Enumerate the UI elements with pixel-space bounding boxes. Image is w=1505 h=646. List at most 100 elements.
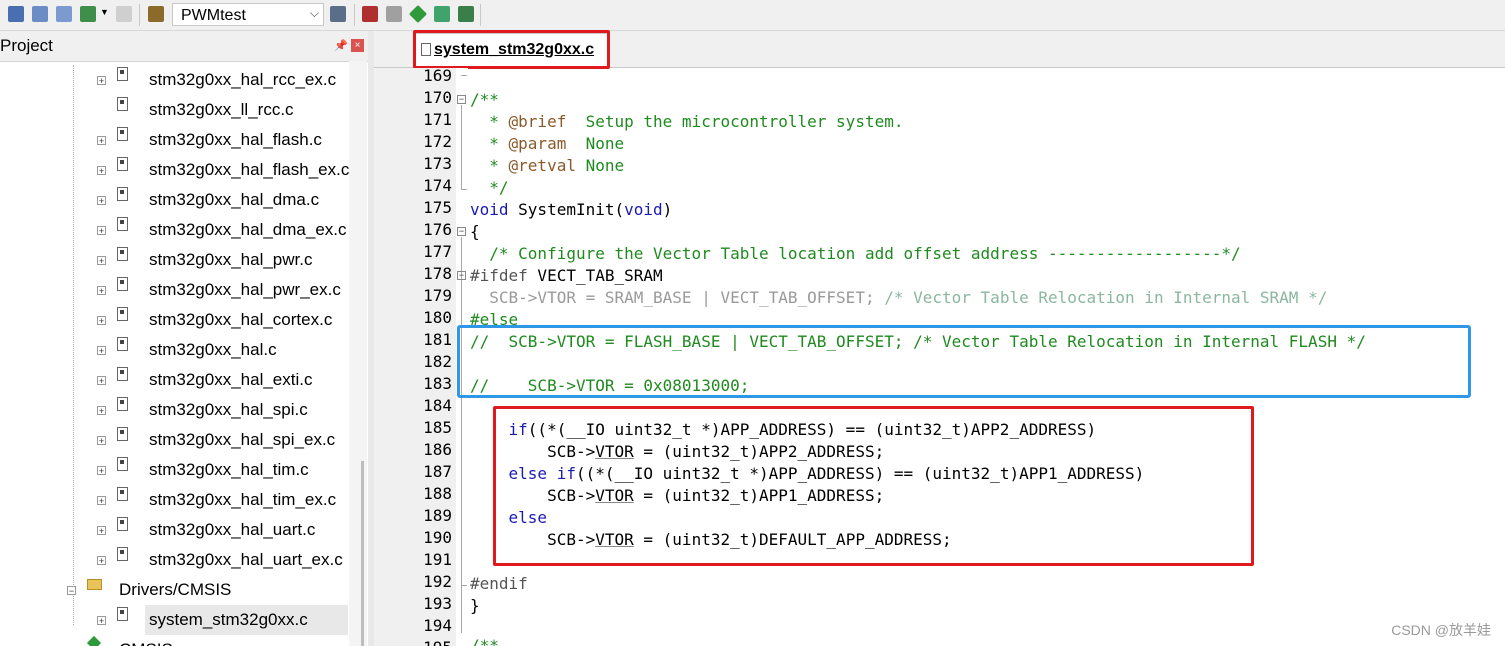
expand-toggle-icon[interactable]: + <box>97 76 106 86</box>
pack-icon[interactable] <box>434 6 450 22</box>
expand-toggle-icon[interactable]: + <box>97 616 106 626</box>
toolbar-separator <box>480 4 481 26</box>
fold-toggle[interactable]: − <box>457 227 466 236</box>
fold-line <box>461 105 462 189</box>
expand-toggle-icon[interactable]: + <box>97 526 106 536</box>
expand-toggle-icon[interactable]: + <box>97 496 106 506</box>
expand-toggle-icon[interactable]: + <box>97 556 106 566</box>
tree-group-label: Drivers/CMSIS <box>119 580 232 599</box>
line-number: 183 <box>423 374 452 393</box>
line-number: 191 <box>423 550 452 569</box>
tree-item-label: stm32g0xx_hal.c <box>149 340 277 359</box>
line-number: 194 <box>423 616 452 635</box>
expand-toggle-icon[interactable]: + <box>97 346 106 356</box>
tree-item-file[interactable]: + stm32g0xx_hal_flash.c <box>0 125 348 155</box>
expand-toggle-icon[interactable]: + <box>97 376 106 386</box>
file-icon <box>117 127 128 141</box>
code-line-193: } <box>470 596 480 615</box>
load-icon[interactable] <box>148 6 164 22</box>
scrollbar[interactable] <box>349 61 367 646</box>
stack-icon[interactable] <box>80 6 96 22</box>
fold-line <box>461 237 462 633</box>
file-icon <box>117 307 128 321</box>
tree-item-file[interactable]: + stm32g0xx_hal_cortex.c <box>0 305 348 335</box>
line-number: 179 <box>423 286 452 305</box>
toolbar-separator <box>139 4 140 26</box>
tree-item-file[interactable]: + stm32g0xx_hal_flash_ex.c <box>0 155 350 185</box>
code-line-172: * @param None <box>470 134 625 153</box>
install-icon[interactable] <box>458 6 474 22</box>
tree-item-file[interactable]: + stm32g0xx_hal_tim_ex.c <box>0 485 348 515</box>
close-icon[interactable]: × <box>351 39 364 52</box>
expand-toggle-icon[interactable]: + <box>97 166 106 176</box>
expand-toggle-icon[interactable]: + <box>97 196 106 206</box>
run-icon[interactable] <box>408 4 428 24</box>
added-code-highlight-box <box>493 406 1254 566</box>
tree-item-selected-file[interactable]: + system_stm32g0xx.c <box>0 605 348 635</box>
commented-code-highlight-box <box>457 325 1471 398</box>
line-number: 189 <box>423 506 452 525</box>
tree-item-file[interactable]: + stm32g0xx_hal_spi.c <box>0 395 348 425</box>
expand-toggle-icon[interactable]: + <box>97 256 106 266</box>
tree-group-cmsis[interactable]: CMSIS <box>0 635 348 646</box>
line-number: 174 <box>423 176 452 195</box>
line-number: 193 <box>423 594 452 613</box>
toolbar: ▼ PWMtest ⌵ <box>0 0 1505 31</box>
tree-item-file[interactable]: + stm32g0xx_hal_uart_ex.c <box>0 545 348 575</box>
rebuild-icon[interactable] <box>32 6 48 22</box>
toolbar-separator <box>354 4 355 26</box>
components-icon[interactable] <box>386 6 402 22</box>
tree-item-file[interactable]: + stm32g0xx_hal_rcc_ex.c <box>0 65 348 95</box>
options-icon[interactable] <box>330 6 346 22</box>
dropdown-arrow-icon[interactable]: ▼ <box>100 7 109 17</box>
tree-item-file[interactable]: + stm32g0xx_hal_pwr_ex.c <box>0 275 348 305</box>
build-icon[interactable] <box>8 6 24 22</box>
tree-item-file[interactable]: + stm32g0xx_hal_uart.c <box>0 515 348 545</box>
file-icon <box>117 217 128 231</box>
batch-build-icon[interactable] <box>56 6 72 22</box>
tree-group-label: CMSIS <box>119 640 173 646</box>
tree-item-file[interactable]: + stm32g0xx_hal_exti.c <box>0 365 348 395</box>
fold-toggle[interactable]: − <box>457 271 466 280</box>
scrollbar-thumb[interactable] <box>361 461 364 646</box>
line-number: 177 <box>423 242 452 261</box>
collapse-toggle-icon[interactable]: − <box>67 586 76 596</box>
pin-icon[interactable]: 📌 <box>334 39 348 52</box>
tree-item-label: stm32g0xx_hal_exti.c <box>149 370 313 389</box>
manage-icon[interactable] <box>362 6 378 22</box>
tree-item-file[interactable]: + stm32g0xx_hal_pwr.c <box>0 245 348 275</box>
line-number: 185 <box>423 418 452 437</box>
tree-group-drivers-cmsis[interactable]: − Drivers/CMSIS <box>0 575 348 605</box>
fold-toggle[interactable]: − <box>457 95 466 104</box>
project-tree: +stm32g0xx_hal_rcc_ex.c+stm32g0xx_ll_rcc… <box>0 65 350 646</box>
tree-item-file[interactable]: + stm32g0xx_hal_dma_ex.c <box>0 215 348 245</box>
tree-item-label: stm32g0xx_hal_pwr.c <box>149 250 313 269</box>
expand-toggle-icon[interactable]: + <box>97 226 106 236</box>
expand-toggle-icon[interactable]: + <box>97 466 106 476</box>
tree-item-file[interactable]: + stm32g0xx_hal_dma.c <box>0 185 348 215</box>
line-numbers: 169 170 171 172 173 174 175 176 177 178 179 180 181 1… <box>374 68 456 646</box>
tree-item-label: stm32g0xx_ll_rcc.c <box>149 100 294 119</box>
expand-toggle-icon[interactable]: + <box>97 136 106 146</box>
translate-icon[interactable] <box>116 6 132 22</box>
file-icon <box>117 427 128 441</box>
fold-end-marker <box>461 189 467 190</box>
expand-toggle-icon[interactable]: + <box>97 406 106 416</box>
code-line-179: SCB->VTOR = SRAM_BASE | VECT_TAB_OFFSET;… <box>470 288 1328 307</box>
tree-item-file[interactable]: + stm32g0xx_hal_spi_ex.c <box>0 425 348 455</box>
expand-toggle-icon[interactable]: + <box>97 286 106 296</box>
tree-item-label: stm32g0xx_hal_flash_ex.c <box>149 160 350 179</box>
line-number: 188 <box>423 484 452 503</box>
expand-toggle-icon[interactable]: + <box>97 436 106 446</box>
fold-end-marker <box>461 585 467 586</box>
tree-item-label: system_stm32g0xx.c <box>149 610 308 629</box>
line-number: 172 <box>423 132 452 151</box>
line-number: 171 <box>423 110 452 129</box>
watermark: CSDN @放羊娃 <box>1391 622 1491 638</box>
tree-item-file[interactable]: + stm32g0xx_hal.c <box>0 335 348 365</box>
target-select[interactable]: PWMtest ⌵ <box>172 3 324 26</box>
tree-item-file[interactable]: + stm32g0xx_hal_tim.c <box>0 455 348 485</box>
tree-item-file[interactable]: +stm32g0xx_ll_rcc.c <box>0 95 348 125</box>
file-icon <box>117 487 128 501</box>
expand-toggle-icon[interactable]: + <box>97 316 106 326</box>
